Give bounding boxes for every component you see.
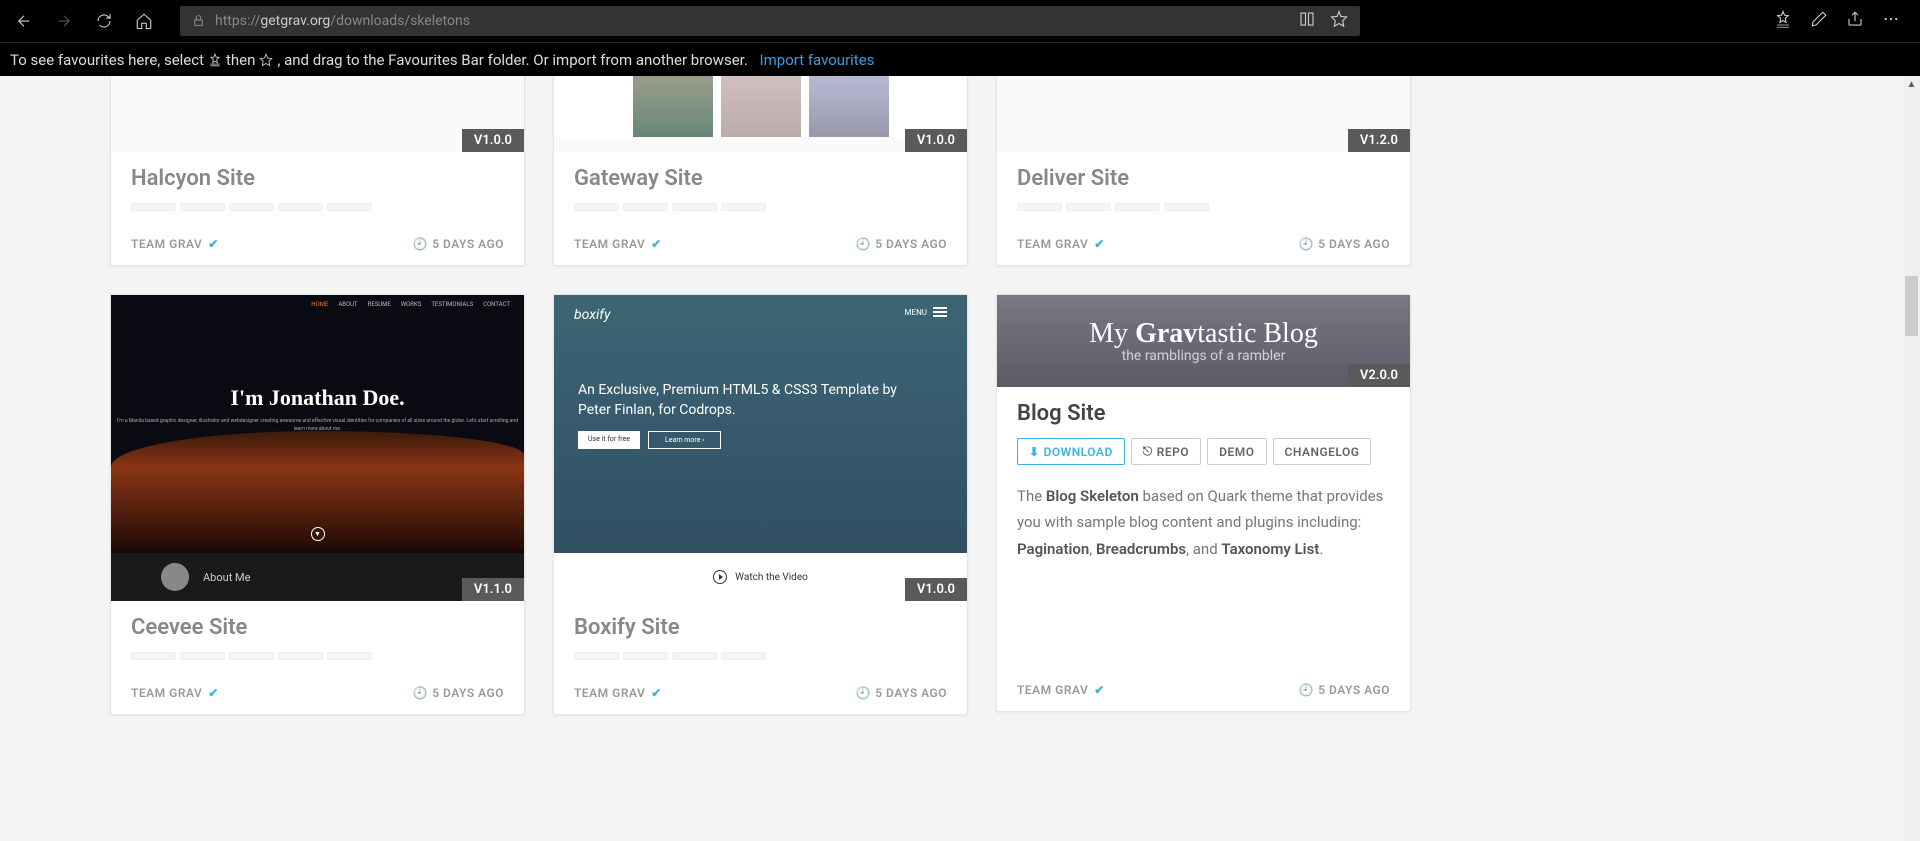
- scroll-thumb[interactable]: [1905, 276, 1918, 336]
- card-author[interactable]: TEAM GRAV✔: [131, 686, 219, 700]
- card-thumbnail: V1.0.0: [111, 76, 524, 152]
- card-title: Boxify Site: [574, 615, 947, 640]
- version-badge: V1.0.0: [905, 578, 967, 601]
- card-author[interactable]: TEAM GRAV✔: [1017, 237, 1105, 251]
- forward-button[interactable]: [50, 7, 78, 35]
- favourite-star-icon[interactable]: [1330, 10, 1348, 32]
- card-title: Deliver Site: [1017, 166, 1390, 191]
- card-thumbnail: V1.0.0: [554, 76, 967, 152]
- card-author[interactable]: TEAM GRAV✔: [1017, 683, 1105, 697]
- changelog-button[interactable]: CHANGELOG: [1273, 438, 1372, 465]
- card-thumbnail: V1.2.0: [997, 76, 1410, 152]
- verified-icon: ✔: [651, 686, 662, 700]
- version-badge: V2.0.0: [1348, 364, 1410, 387]
- verified-icon: ✔: [208, 237, 219, 251]
- clock-icon: 🕘: [413, 686, 428, 700]
- import-favourites-link[interactable]: Import favourites: [760, 51, 875, 69]
- card-description: The Blog Skeleton based on Quark theme t…: [1017, 483, 1390, 562]
- refresh-button[interactable]: [90, 7, 118, 35]
- card-time: 🕘5 DAYS AGO: [1299, 683, 1390, 697]
- notes-icon[interactable]: [1810, 10, 1828, 32]
- skeleton-card-gateway[interactable]: V1.0.0 Gateway Site TEAM GRAV✔ 🕘5 DAYS A…: [553, 76, 968, 266]
- version-badge: V1.1.0: [462, 578, 524, 601]
- skeleton-card-blog[interactable]: My Gravtastic Blog the ramblings of a ra…: [996, 294, 1411, 712]
- star-list-icon: [208, 53, 222, 67]
- card-time: 🕘5 DAYS AGO: [856, 237, 947, 251]
- verified-icon: ✔: [1094, 683, 1105, 697]
- skeleton-card-boxify[interactable]: boxify MENU An Exclusive, Premium HTML5 …: [553, 294, 968, 715]
- more-icon[interactable]: [1882, 10, 1900, 32]
- skeleton-card-halcyon[interactable]: V1.0.0 Halcyon Site TEAM GRAV✔ 🕘5 DAYS A…: [110, 76, 525, 266]
- version-badge: V1.0.0: [905, 129, 967, 152]
- card-time: 🕘5 DAYS AGO: [413, 686, 504, 700]
- verified-icon: ✔: [1094, 237, 1105, 251]
- download-button[interactable]: ⬇DOWNLOAD: [1017, 438, 1125, 465]
- address-bar[interactable]: https://getgrav.org/downloads/skeletons: [180, 6, 1360, 36]
- card-time: 🕘5 DAYS AGO: [413, 237, 504, 251]
- card-title: Ceevee Site: [131, 615, 504, 640]
- verified-icon: ✔: [208, 686, 219, 700]
- share-icon[interactable]: [1846, 10, 1864, 32]
- star-icon: [259, 53, 273, 67]
- skeleton-card-ceevee[interactable]: HOMEABOUTRESUMEWORKSTESTIMONIALSCONTACT …: [110, 294, 525, 715]
- verified-icon: ✔: [651, 237, 662, 251]
- favourites-hint-bar: To see favourites here, select then , an…: [0, 42, 1920, 76]
- card-thumbnail: My Gravtastic Blog the ramblings of a ra…: [997, 295, 1410, 387]
- card-title: Halcyon Site: [131, 166, 504, 191]
- back-button[interactable]: [10, 7, 38, 35]
- page-content: V1.0.0 Halcyon Site TEAM GRAV✔ 🕘5 DAYS A…: [0, 76, 1920, 841]
- reading-view-icon[interactable]: [1298, 10, 1316, 32]
- card-title: Blog Site: [1017, 401, 1390, 426]
- home-button[interactable]: [130, 7, 158, 35]
- card-author[interactable]: TEAM GRAV✔: [574, 237, 662, 251]
- clock-icon: 🕘: [856, 686, 871, 700]
- demo-button[interactable]: DEMO: [1207, 438, 1266, 465]
- version-badge: V1.2.0: [1348, 129, 1410, 152]
- repo-button[interactable]: ⎋REPO: [1131, 438, 1201, 465]
- clock-icon: 🕘: [413, 237, 428, 251]
- play-icon: [713, 570, 727, 584]
- url-text: https://getgrav.org/downloads/skeletons: [215, 13, 1288, 29]
- clock-icon: 🕘: [1299, 683, 1314, 697]
- browser-toolbar: https://getgrav.org/downloads/skeletons: [0, 0, 1920, 42]
- vertical-scrollbar[interactable]: ▲: [1903, 76, 1920, 841]
- card-title: Gateway Site: [574, 166, 947, 191]
- card-author[interactable]: TEAM GRAV✔: [574, 686, 662, 700]
- github-icon: ⎋: [1143, 444, 1153, 459]
- favourites-list-icon[interactable]: [1774, 10, 1792, 32]
- version-badge: V1.0.0: [462, 129, 524, 152]
- card-thumbnail: boxify MENU An Exclusive, Premium HTML5 …: [554, 295, 967, 601]
- skeleton-card-deliver[interactable]: V1.2.0 Deliver Site TEAM GRAV✔ 🕘5 DAYS A…: [996, 76, 1411, 266]
- card-author[interactable]: TEAM GRAV✔: [131, 237, 219, 251]
- download-icon: ⬇: [1029, 445, 1040, 459]
- clock-icon: 🕘: [1299, 237, 1314, 251]
- lock-icon: [192, 12, 205, 31]
- card-time: 🕘5 DAYS AGO: [856, 686, 947, 700]
- card-time: 🕘5 DAYS AGO: [1299, 237, 1390, 251]
- scroll-up-arrow[interactable]: ▲: [1903, 76, 1920, 93]
- card-thumbnail: HOMEABOUTRESUMEWORKSTESTIMONIALSCONTACT …: [111, 295, 524, 601]
- clock-icon: 🕘: [856, 237, 871, 251]
